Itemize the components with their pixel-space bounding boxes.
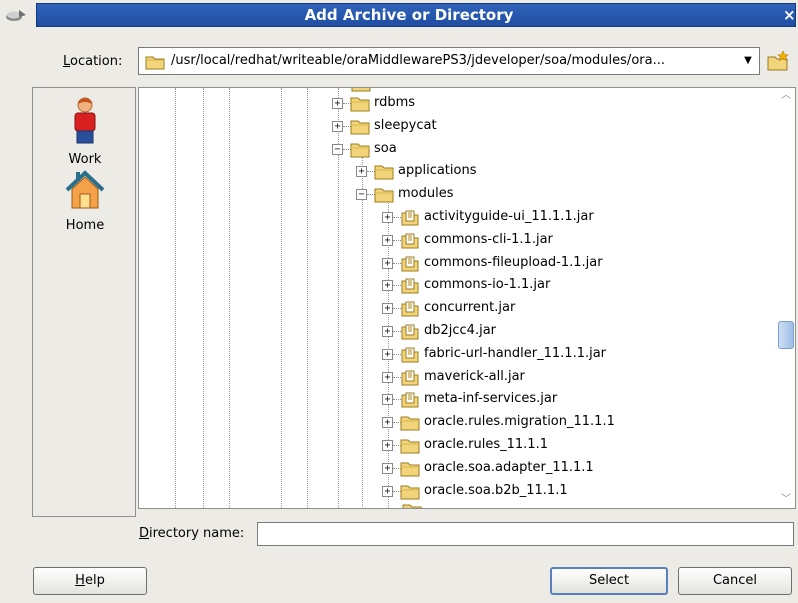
tree-row-label: commons-io-1.1.jar xyxy=(424,277,551,293)
tree-row-label: fabric-url-handler_11.1.1.jar xyxy=(424,345,607,361)
expand-icon[interactable]: + xyxy=(382,326,393,337)
expand-icon[interactable]: + xyxy=(382,485,393,497)
tree-row-label: commons-fileupload-1.1.jar xyxy=(424,254,603,270)
jar-icon xyxy=(401,210,419,226)
folder-icon xyxy=(402,504,422,508)
close-icon[interactable]: × xyxy=(783,4,796,26)
folder-icon xyxy=(145,56,165,70)
title-bar: Add Archive or Directory × xyxy=(0,0,798,30)
tree-row-label: concurrent.jar xyxy=(424,300,516,316)
collapse-icon[interactable]: − xyxy=(332,143,343,155)
collapse-icon[interactable]: − xyxy=(356,189,367,201)
work-user-icon xyxy=(74,97,96,144)
location-combobox[interactable]: /usr/local/redhat/writeable/oraMiddlewar… xyxy=(138,47,760,75)
tree-row-label: rdbms xyxy=(374,95,416,110)
tree-row-label: activityguide-ui_11.1.1.jar xyxy=(424,209,594,224)
folder-icon xyxy=(400,439,420,454)
tree-row-label: soa xyxy=(374,140,397,156)
jar-icon xyxy=(401,347,419,363)
help-button[interactable]: Help xyxy=(33,567,147,595)
tree-row-label: oracle.rules.migration_11.1.1 xyxy=(424,414,615,430)
shortcut-home-label: Home xyxy=(65,218,105,233)
scroll-down-icon[interactable]: ﹀ xyxy=(777,492,795,508)
expand-icon[interactable]: + xyxy=(356,166,367,178)
shortcut-work-label: Work xyxy=(68,152,102,167)
folder-icon xyxy=(350,120,370,135)
expand-icon[interactable]: + xyxy=(332,120,343,132)
new-folder-icon[interactable] xyxy=(766,50,790,72)
jar-icon xyxy=(401,256,419,272)
folder-icon xyxy=(400,485,420,500)
tree-row-label: applications xyxy=(398,163,477,179)
expand-icon[interactable]: + xyxy=(332,98,343,109)
expand-icon[interactable]: + xyxy=(382,303,393,315)
folder-icon xyxy=(350,143,370,158)
tree-row-label: sleepycat xyxy=(374,117,437,133)
expand-icon[interactable]: + xyxy=(382,257,393,269)
expand-icon[interactable]: + xyxy=(382,348,393,360)
tree-guide-line xyxy=(281,88,282,508)
scrollbar-thumb[interactable] xyxy=(778,321,794,349)
expand-icon[interactable]: + xyxy=(382,440,393,451)
tree-guide-line xyxy=(307,88,308,508)
expand-icon[interactable]: + xyxy=(382,462,393,474)
expand-icon[interactable]: + xyxy=(382,212,393,223)
shortcuts-panel: Work Home xyxy=(32,87,136,517)
expand-icon[interactable]: + xyxy=(382,417,393,429)
shortcut-home[interactable]: Home xyxy=(33,168,137,233)
expand-icon[interactable]: + xyxy=(382,394,393,406)
expand-icon[interactable]: + xyxy=(382,234,393,246)
cancel-button[interactable]: Cancel xyxy=(678,567,792,595)
jar-icon xyxy=(401,370,419,386)
directory-name-label: Directory name: xyxy=(139,526,245,541)
directory-name-input[interactable] xyxy=(257,522,794,546)
tree-row-label: oracle.rules_11.1.1 xyxy=(424,437,548,452)
jar-icon xyxy=(401,324,419,340)
select-button[interactable]: Select xyxy=(550,567,668,595)
window-title: Add Archive or Directory xyxy=(304,6,514,24)
tree-row-label: oracle.soa.adapter_11.1.1 xyxy=(424,459,594,475)
folder-icon xyxy=(374,188,394,203)
expand-icon[interactable]: + xyxy=(382,371,393,383)
jar-icon xyxy=(401,301,419,317)
tree-branch-line xyxy=(362,157,363,507)
tree-row-label: db2jcc4.jar xyxy=(424,323,497,338)
folder-icon xyxy=(400,416,420,431)
expand-icon[interactable]: + xyxy=(382,280,393,292)
location-label: Location: xyxy=(63,54,123,69)
folder-icon xyxy=(350,97,370,112)
tree-guide-line xyxy=(229,88,230,508)
window-menu-icon[interactable] xyxy=(4,6,30,24)
shortcut-work[interactable]: Work xyxy=(33,96,137,167)
tree-row-label: commons-cli-1.1.jar xyxy=(424,231,553,247)
jar-icon xyxy=(401,233,419,249)
tree-guide-line xyxy=(175,88,176,508)
scroll-up-icon[interactable]: ︿ xyxy=(777,88,795,104)
vertical-scrollbar[interactable]: ︿ ﹀ xyxy=(777,88,795,508)
chevron-down-icon[interactable]: ▼ xyxy=(737,48,759,74)
jar-icon xyxy=(401,392,419,408)
folder-icon xyxy=(374,165,394,180)
tree-row-label: maverick-all.jar xyxy=(424,368,525,384)
directory-tree[interactable]: + rdbms + sleepycat − soa + applications − module… xyxy=(138,87,796,509)
folder-icon xyxy=(351,88,371,92)
tree-row-label: modules xyxy=(398,186,454,202)
tree-row-label: meta-inf-services.jar xyxy=(424,391,558,407)
tree-row-label: oracle.soa.b2b_11.1.1 xyxy=(424,482,568,498)
title-bar-background: Add Archive or Directory × xyxy=(36,3,796,27)
tree-guide-line xyxy=(203,88,204,508)
home-icon xyxy=(65,170,105,209)
location-path: /usr/local/redhat/writeable/oraMiddlewar… xyxy=(171,53,665,68)
folder-icon xyxy=(400,462,420,477)
jar-icon xyxy=(401,278,419,294)
